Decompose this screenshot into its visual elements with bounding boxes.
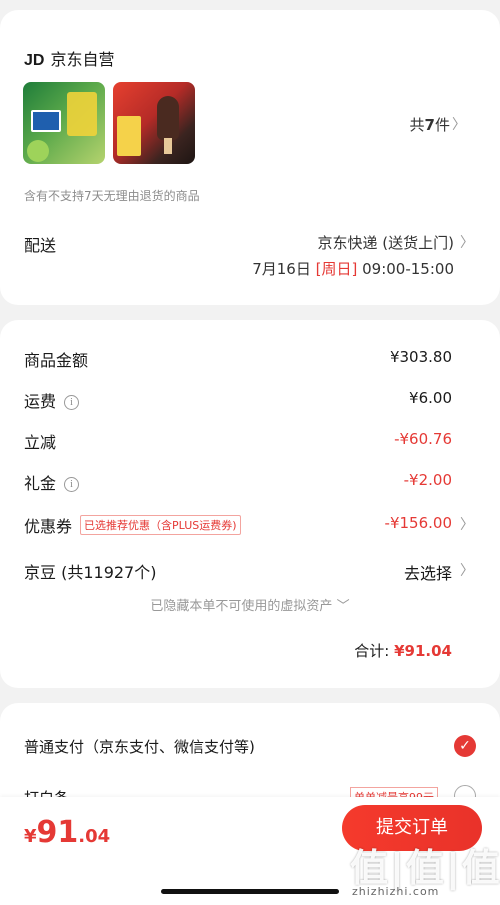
return-policy-notice: 含有不支持7天无理由退货的商品: [24, 189, 200, 203]
product-image-detail: [31, 110, 61, 132]
shipping-value: ¥6.00: [409, 389, 452, 407]
row-coupon[interactable]: 优惠券 已选推荐优惠（含PLUS运费券): [24, 513, 241, 537]
total-label: 合计:: [354, 642, 390, 660]
payable-amount: ¥91.04: [24, 815, 111, 850]
row-shipping: 运费 i: [24, 388, 80, 412]
product-thumbnail-2[interactable]: [113, 82, 195, 164]
row-label-discount: 立减: [24, 433, 57, 452]
info-icon[interactable]: i: [64, 477, 80, 492]
product-image-detail: [164, 138, 172, 154]
item-count[interactable]: 共7件: [410, 114, 450, 135]
row-label-goods-amount: 商品金额: [24, 351, 89, 370]
order-total: 合计: ¥91.04: [354, 640, 452, 661]
chevron-down-icon: ﹀: [336, 599, 350, 614]
coupon-value[interactable]: -¥156.00: [385, 514, 452, 532]
watermark-url: zhizhizhi.com: [352, 885, 440, 898]
row-label-coupon: 优惠券: [24, 517, 73, 536]
hidden-assets-toggle[interactable]: 已隐藏本单不可使用的虚拟资产 ﹀: [0, 595, 500, 614]
goods-amount-value: ¥303.80: [389, 348, 452, 366]
chevron-right-icon[interactable]: 〉: [460, 514, 474, 534]
jd-logo: JD: [24, 52, 45, 69]
chevron-right-icon[interactable]: 〉: [452, 114, 466, 134]
jd-beans-select[interactable]: 去选择: [404, 560, 452, 584]
delivery-method[interactable]: 京东快递 (送货上门): [318, 232, 454, 253]
delivery-label: 配送: [24, 236, 57, 255]
home-indicator[interactable]: [161, 889, 339, 894]
row-label-shipping: 运费: [24, 392, 57, 411]
info-icon[interactable]: i: [64, 395, 80, 410]
coupon-tag: 已选推荐优惠（含PLUS运费券): [80, 515, 241, 535]
gift-value: -¥2.00: [403, 471, 452, 489]
total-value: ¥91.04: [394, 642, 452, 660]
delivery-window: 09:00-15:00: [362, 260, 454, 278]
chevron-right-icon[interactable]: 〉: [460, 232, 474, 252]
watermark-logo: 值|值|值: [350, 846, 500, 890]
store-header: JD 京东自营: [24, 46, 114, 70]
row-label-jd-beans: 京豆 (共11927个): [24, 563, 157, 582]
chevron-right-icon[interactable]: 〉: [460, 560, 474, 580]
checkmark-icon[interactable]: ✓: [454, 735, 476, 757]
product-image-detail: [67, 92, 97, 136]
bottom-action-bar: ¥91.04 提交订单 值|值|值 zhizhizhi.com: [0, 797, 500, 905]
delivery-time[interactable]: 7月16日 [周日] 09:00-15:00: [252, 258, 454, 279]
store-card: JD 京东自营 共7件 〉 含有不支持7天无理由退货的商品 配送 京东快递 (送货…: [0, 10, 500, 305]
discount-value: -¥60.76: [394, 430, 452, 448]
store-name: 京东自营: [50, 50, 115, 69]
row-gift: 礼金 i: [24, 470, 80, 494]
row-label-gift: 礼金: [24, 474, 57, 493]
delivery-weekday: [周日]: [315, 260, 358, 278]
product-thumbnail-1[interactable]: [23, 82, 105, 164]
delivery-date: 7月16日: [252, 260, 311, 278]
product-image-detail: [117, 116, 141, 156]
payment-option-normal[interactable]: 普通支付（京东支付、微信支付等): [24, 736, 255, 757]
price-summary-card: 商品金额 ¥303.80 运费 i ¥6.00 立减 -¥60.76 礼金 i -¥…: [0, 320, 500, 688]
product-image-detail: [157, 96, 179, 140]
product-image-detail: [27, 140, 49, 162]
